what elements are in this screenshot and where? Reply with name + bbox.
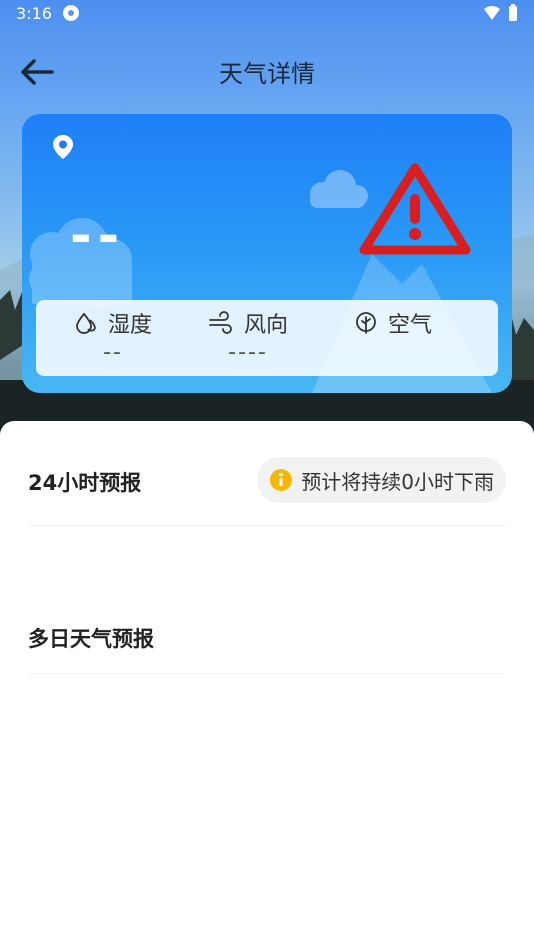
wind-label: 风向: [244, 313, 289, 338]
temperature-value: --: [70, 206, 126, 266]
forecast-24h-title: 24小时预报: [28, 471, 142, 495]
wind-item: 风向 ----: [208, 308, 288, 368]
battery-icon: [509, 4, 517, 21]
location-pin-icon: [53, 135, 73, 159]
multi-day-title: 多日天气预报: [28, 627, 154, 651]
status-bar: 3:16: [0, 0, 534, 28]
humidity-drop-icon: [76, 312, 96, 334]
navigation-bar: 天气详情: [0, 40, 534, 100]
warning-icon: [359, 163, 471, 255]
wifi-icon: [484, 6, 500, 20]
humidity-value: --: [103, 340, 123, 365]
weather-card: -- 湿度 -- 风向 ---- 空气: [22, 114, 512, 393]
leaf-icon: [356, 312, 376, 334]
rain-notice-text: 预计将持续0小时下雨: [301, 469, 494, 494]
forecast-24h-row: 24小时预报 预计将持续0小时下雨: [28, 455, 506, 526]
humidity-item: 湿度 --: [74, 308, 152, 368]
forecast-sheet: 24小时预报 预计将持续0小时下雨 多日天气预报: [0, 421, 534, 950]
multi-day-row: 多日天气预报: [28, 601, 506, 674]
app-notification-icon: [63, 5, 79, 21]
air-item: 空气: [354, 308, 432, 368]
air-label: 空气: [388, 313, 433, 338]
page-title: 天气详情: [219, 60, 315, 88]
weather-info-panel: 湿度 -- 风向 ---- 空气: [36, 300, 498, 376]
wind-icon: [209, 311, 232, 334]
humidity-label: 湿度: [108, 313, 153, 338]
status-time: 3:16: [16, 4, 52, 23]
info-icon: [270, 469, 293, 491]
rain-notice-badge: 预计将持续0小时下雨: [257, 457, 506, 503]
wind-value: ----: [228, 340, 268, 365]
